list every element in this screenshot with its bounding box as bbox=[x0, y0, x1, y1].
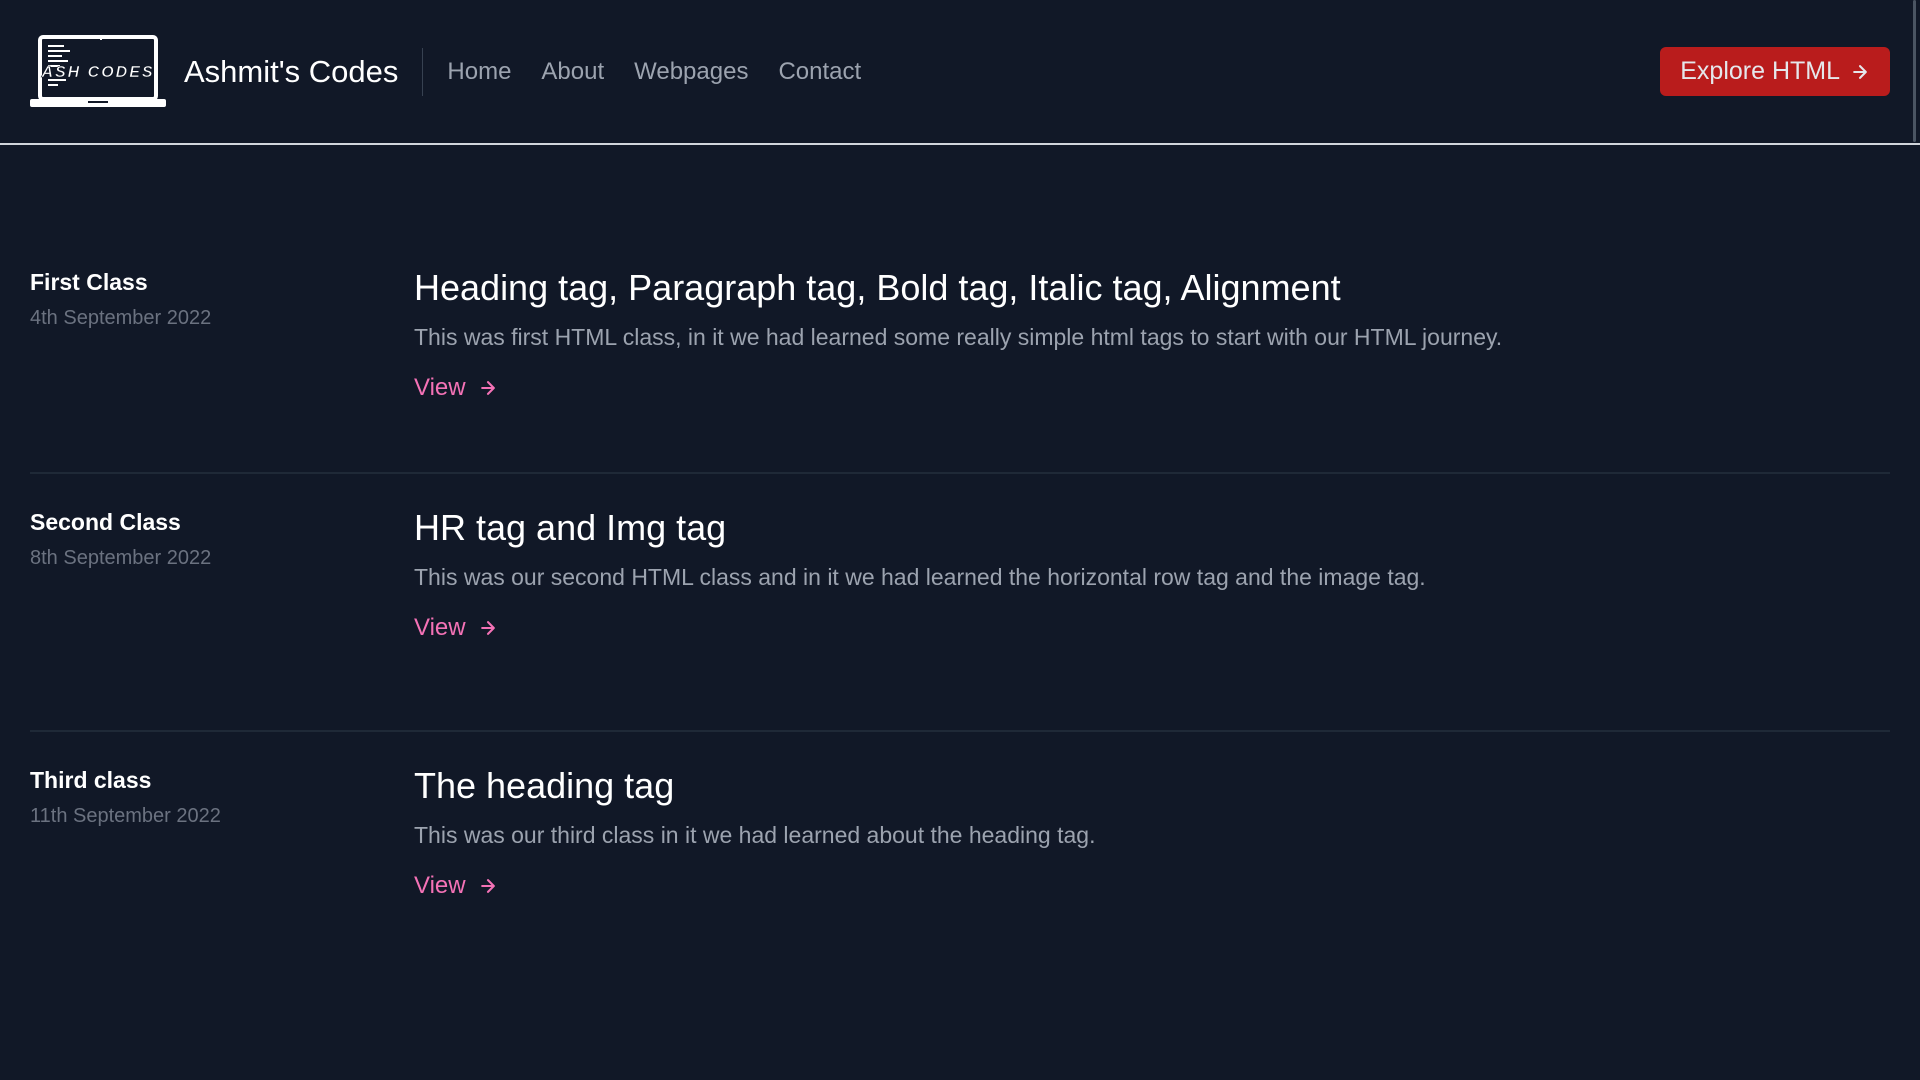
nav-about[interactable]: About bbox=[541, 58, 604, 86]
entry-body: The heading tag This was our third class… bbox=[414, 766, 1890, 990]
entry-body: HR tag and Img tag This was our second H… bbox=[414, 508, 1890, 730]
entry-meta: Third class 11th September 2022 bbox=[30, 766, 414, 990]
explore-html-label: Explore HTML bbox=[1680, 57, 1840, 85]
arrow-right-icon bbox=[480, 621, 495, 635]
logo-link[interactable]: ASH CODES Ashmit's Codes bbox=[30, 34, 399, 109]
class-entry: First Class 4th September 2022 Heading t… bbox=[30, 234, 1890, 474]
entry-title: Heading tag, Paragraph tag, Bold tag, It… bbox=[414, 267, 1341, 308]
entry-date: 11th September 2022 bbox=[30, 805, 221, 827]
entry-class-name: First Class bbox=[30, 269, 148, 295]
entry-meta: First Class 4th September 2022 bbox=[30, 268, 414, 472]
nav-contact[interactable]: Contact bbox=[778, 58, 861, 86]
entry-description: This was our second HTML class and in it… bbox=[414, 564, 1426, 590]
main-nav: Home About Webpages Contact bbox=[422, 47, 861, 96]
view-link[interactable]: View bbox=[414, 614, 498, 642]
nav-webpages[interactable]: Webpages bbox=[634, 58, 748, 86]
entry-class-name: Second Class bbox=[30, 509, 181, 535]
logo-text: ASH CODES bbox=[40, 64, 154, 81]
entry-date: 4th September 2022 bbox=[30, 307, 212, 329]
view-link-label: View bbox=[414, 872, 466, 899]
entry-body: Heading tag, Paragraph tag, Bold tag, It… bbox=[414, 268, 1890, 472]
brand-name: Ashmit's Codes bbox=[184, 53, 399, 89]
entry-date: 8th September 2022 bbox=[30, 547, 212, 569]
arrow-right-icon bbox=[480, 381, 495, 395]
view-link[interactable]: View bbox=[414, 374, 498, 402]
entry-meta: Second Class 8th September 2022 bbox=[30, 508, 414, 730]
view-link-label: View bbox=[414, 614, 466, 641]
explore-html-button[interactable]: Explore HTML bbox=[1660, 47, 1890, 96]
arrow-right-icon bbox=[480, 879, 495, 893]
class-list: First Class 4th September 2022 Heading t… bbox=[30, 258, 1890, 990]
class-entry: Third class 11th September 2022 The head… bbox=[30, 732, 1890, 990]
logo-laptop-icon: ASH CODES bbox=[30, 34, 166, 107]
entry-title: The heading tag bbox=[414, 765, 675, 806]
view-link-label: View bbox=[414, 374, 466, 401]
nav-home[interactable]: Home bbox=[447, 58, 511, 86]
arrow-right-icon bbox=[1853, 64, 1867, 79]
entry-class-name: Third class bbox=[30, 767, 152, 793]
entry-description: This was our third class in it we had le… bbox=[414, 822, 1096, 848]
entry-title: HR tag and Img tag bbox=[414, 507, 727, 548]
scrollbar[interactable] bbox=[1913, 0, 1916, 142]
view-link[interactable]: View bbox=[414, 872, 498, 900]
site-header: ASH CODES Ashmit's Codes Home About Webp… bbox=[0, 0, 1920, 145]
class-entry: Second Class 8th September 2022 HR tag a… bbox=[30, 474, 1890, 732]
entry-description: This was first HTML class, in it we had … bbox=[414, 324, 1503, 350]
